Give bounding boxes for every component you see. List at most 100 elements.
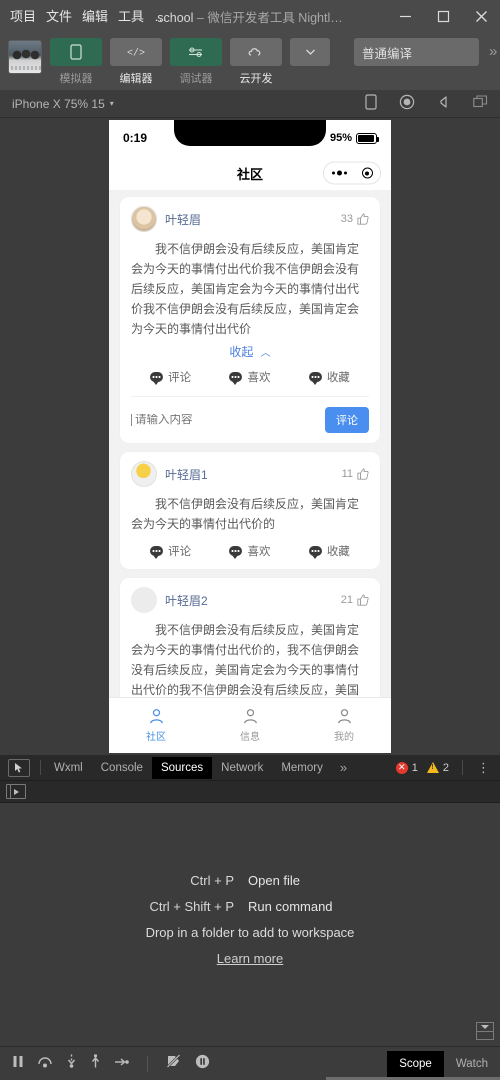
- inspect-cursor-icon[interactable]: [8, 758, 30, 777]
- simulator-toggle[interactable]: 模拟器: [50, 38, 102, 86]
- post-header: 叶轻眉 33: [131, 206, 369, 232]
- tab-sources[interactable]: Sources: [151, 756, 213, 779]
- favorite-action[interactable]: 收藏: [290, 369, 369, 385]
- menu-overflow-button[interactable]: …: [154, 9, 168, 24]
- pause-on-exceptions-icon[interactable]: [195, 1054, 210, 1074]
- avatar[interactable]: [131, 461, 157, 487]
- tab-network[interactable]: Network: [212, 757, 272, 779]
- error-icon[interactable]: ✕: [395, 761, 408, 774]
- step-over-icon[interactable]: [37, 1055, 53, 1073]
- person-icon: [243, 709, 257, 724]
- post-author[interactable]: 叶轻眉1: [165, 466, 208, 483]
- like-count[interactable]: 21: [341, 594, 369, 606]
- like-count[interactable]: 11: [342, 468, 369, 480]
- scope-tabs-wrap: Scope Watch: [210, 1047, 500, 1080]
- step-out-icon[interactable]: [90, 1054, 101, 1073]
- warning-icon[interactable]: [426, 762, 439, 773]
- toolbar-dropdown-button[interactable]: [290, 38, 330, 66]
- submit-comment-button[interactable]: 评论: [325, 407, 369, 433]
- post-card[interactable]: 叶轻眉 33 我不信伊朗会没有后续反应，美国肯定会为今天的事情付出代价我不信伊朗…: [120, 197, 380, 443]
- post-header: 叶轻眉2 21: [131, 587, 369, 613]
- devtools-tabs-overflow[interactable]: »: [332, 760, 355, 775]
- like-action[interactable]: 喜欢: [210, 543, 289, 559]
- compile-mode-select[interactable]: 普通编译: [354, 38, 479, 66]
- phone-icon: [50, 38, 102, 66]
- comment-action-label: 评论: [168, 372, 192, 384]
- like-action[interactable]: 喜欢: [210, 369, 289, 385]
- chevron-down-icon[interactable]: ▾: [110, 99, 114, 108]
- debugger-toggle[interactable]: 调试器: [170, 38, 222, 86]
- like-count[interactable]: 33: [341, 213, 369, 225]
- post-text: 我不信伊朗会没有后续反应，美国肯定会为今天的事情付出代价我不信伊朗会没有后续反应…: [131, 242, 360, 336]
- tab-profile[interactable]: 我的: [297, 708, 391, 743]
- phone-status-bar: 0:19 95%: [109, 120, 391, 156]
- tab-community[interactable]: 社区: [109, 708, 203, 743]
- tab-watch[interactable]: Watch: [444, 1051, 500, 1077]
- maximize-button[interactable]: [424, 0, 462, 32]
- post-feed[interactable]: 叶轻眉 33 我不信伊朗会没有后续反应，美国肯定会为今天的事情付出代价我不信伊朗…: [109, 190, 391, 697]
- multi-window-icon[interactable]: [473, 95, 488, 112]
- phone-navbar: 社区: [109, 156, 391, 190]
- target-icon[interactable]: [361, 167, 373, 179]
- post-card[interactable]: 叶轻眉1 11 我不信伊朗会没有后续反应，美国肯定会为今天的事情付出代价的 评论: [120, 452, 380, 569]
- favorite-action[interactable]: 收藏: [290, 543, 369, 559]
- pause-icon[interactable]: [12, 1055, 24, 1073]
- error-count: 1: [411, 761, 418, 774]
- devtools-tabbar: Wxml Console Sources Network Memory » ✕ …: [0, 755, 500, 781]
- post-card[interactable]: 叶轻眉2 21 我不信伊朗会没有后续反应，美国肯定会为今天的事情付出代价的，我不…: [120, 578, 380, 697]
- chevron-down-icon: [305, 49, 315, 55]
- person-icon: [149, 709, 163, 724]
- menu-item-tools[interactable]: 工具: [118, 10, 144, 23]
- cloud-toggle[interactable]: 云开发: [230, 38, 282, 86]
- avatar[interactable]: [131, 206, 157, 232]
- device-rotate-icon[interactable]: [365, 94, 377, 113]
- status-time: 0:19: [123, 131, 148, 145]
- hint-open-file-key: Ctrl + P: [190, 873, 234, 888]
- post-author[interactable]: 叶轻眉2: [165, 592, 208, 609]
- avatar[interactable]: [131, 587, 157, 613]
- like-count-value: 11: [341, 468, 353, 480]
- collapse-panel-icon[interactable]: [476, 1022, 494, 1040]
- close-button[interactable]: [462, 0, 500, 32]
- menu-item-edit[interactable]: 编辑: [82, 10, 108, 23]
- hint-run-command-key: Ctrl + Shift + P: [149, 899, 234, 914]
- volume-icon[interactable]: [437, 95, 451, 112]
- devtools-menu-button[interactable]: ⋮: [471, 761, 496, 774]
- more-dots-icon[interactable]: [331, 170, 347, 176]
- comment-action[interactable]: 评论: [131, 369, 210, 385]
- tab-memory[interactable]: Memory: [272, 757, 332, 779]
- like-bubble-icon: [229, 546, 243, 559]
- menu-item-project[interactable]: 项目: [10, 10, 36, 23]
- comment-bubble-icon: [150, 546, 164, 559]
- tab-scope[interactable]: Scope: [387, 1050, 444, 1077]
- notch: [174, 120, 326, 146]
- deactivate-breakpoints-icon[interactable]: [166, 1054, 182, 1073]
- toolbar-overflow-button[interactable]: »: [487, 38, 499, 66]
- tab-messages[interactable]: 信息: [203, 708, 297, 743]
- simulator-area: 0:19 95% 社区 叶轻眉 33 我不信伊朗会没有后续反应，美国肯定会为今天…: [0, 118, 500, 755]
- collapse-toggle[interactable]: 收起 ︿: [131, 343, 369, 360]
- title-bar: 项目 文件 编辑 工具 … school – 微信开发者工具 Nightl…: [0, 0, 500, 32]
- learn-more-link[interactable]: Learn more: [217, 951, 283, 966]
- sources-subbar: [0, 781, 500, 803]
- comment-input[interactable]: [131, 414, 325, 426]
- show-navigator-icon[interactable]: [6, 784, 26, 799]
- debugger-divider: [147, 1055, 148, 1072]
- device-bar: iPhone X 75% 15 ▾: [0, 90, 500, 118]
- like-count-value: 21: [340, 594, 353, 606]
- comment-action-label: 评论: [168, 546, 192, 558]
- minimize-button[interactable]: [386, 0, 424, 32]
- record-icon[interactable]: [399, 94, 415, 113]
- window-title-app: 微信开发者工具 Nightl…: [207, 10, 343, 25]
- comment-action[interactable]: 评论: [131, 543, 210, 559]
- avatar[interactable]: [8, 40, 42, 74]
- step-into-icon[interactable]: [66, 1054, 77, 1073]
- post-author[interactable]: 叶轻眉: [165, 211, 201, 228]
- tab-console[interactable]: Console: [92, 757, 152, 779]
- device-selector-label[interactable]: iPhone X 75% 15: [12, 97, 105, 111]
- step-icon[interactable]: [114, 1055, 129, 1073]
- editor-toggle[interactable]: </> 编辑器: [110, 38, 162, 86]
- menu-item-file[interactable]: 文件: [46, 10, 72, 23]
- battery-icon: [356, 132, 379, 144]
- tab-wxml[interactable]: Wxml: [45, 757, 92, 779]
